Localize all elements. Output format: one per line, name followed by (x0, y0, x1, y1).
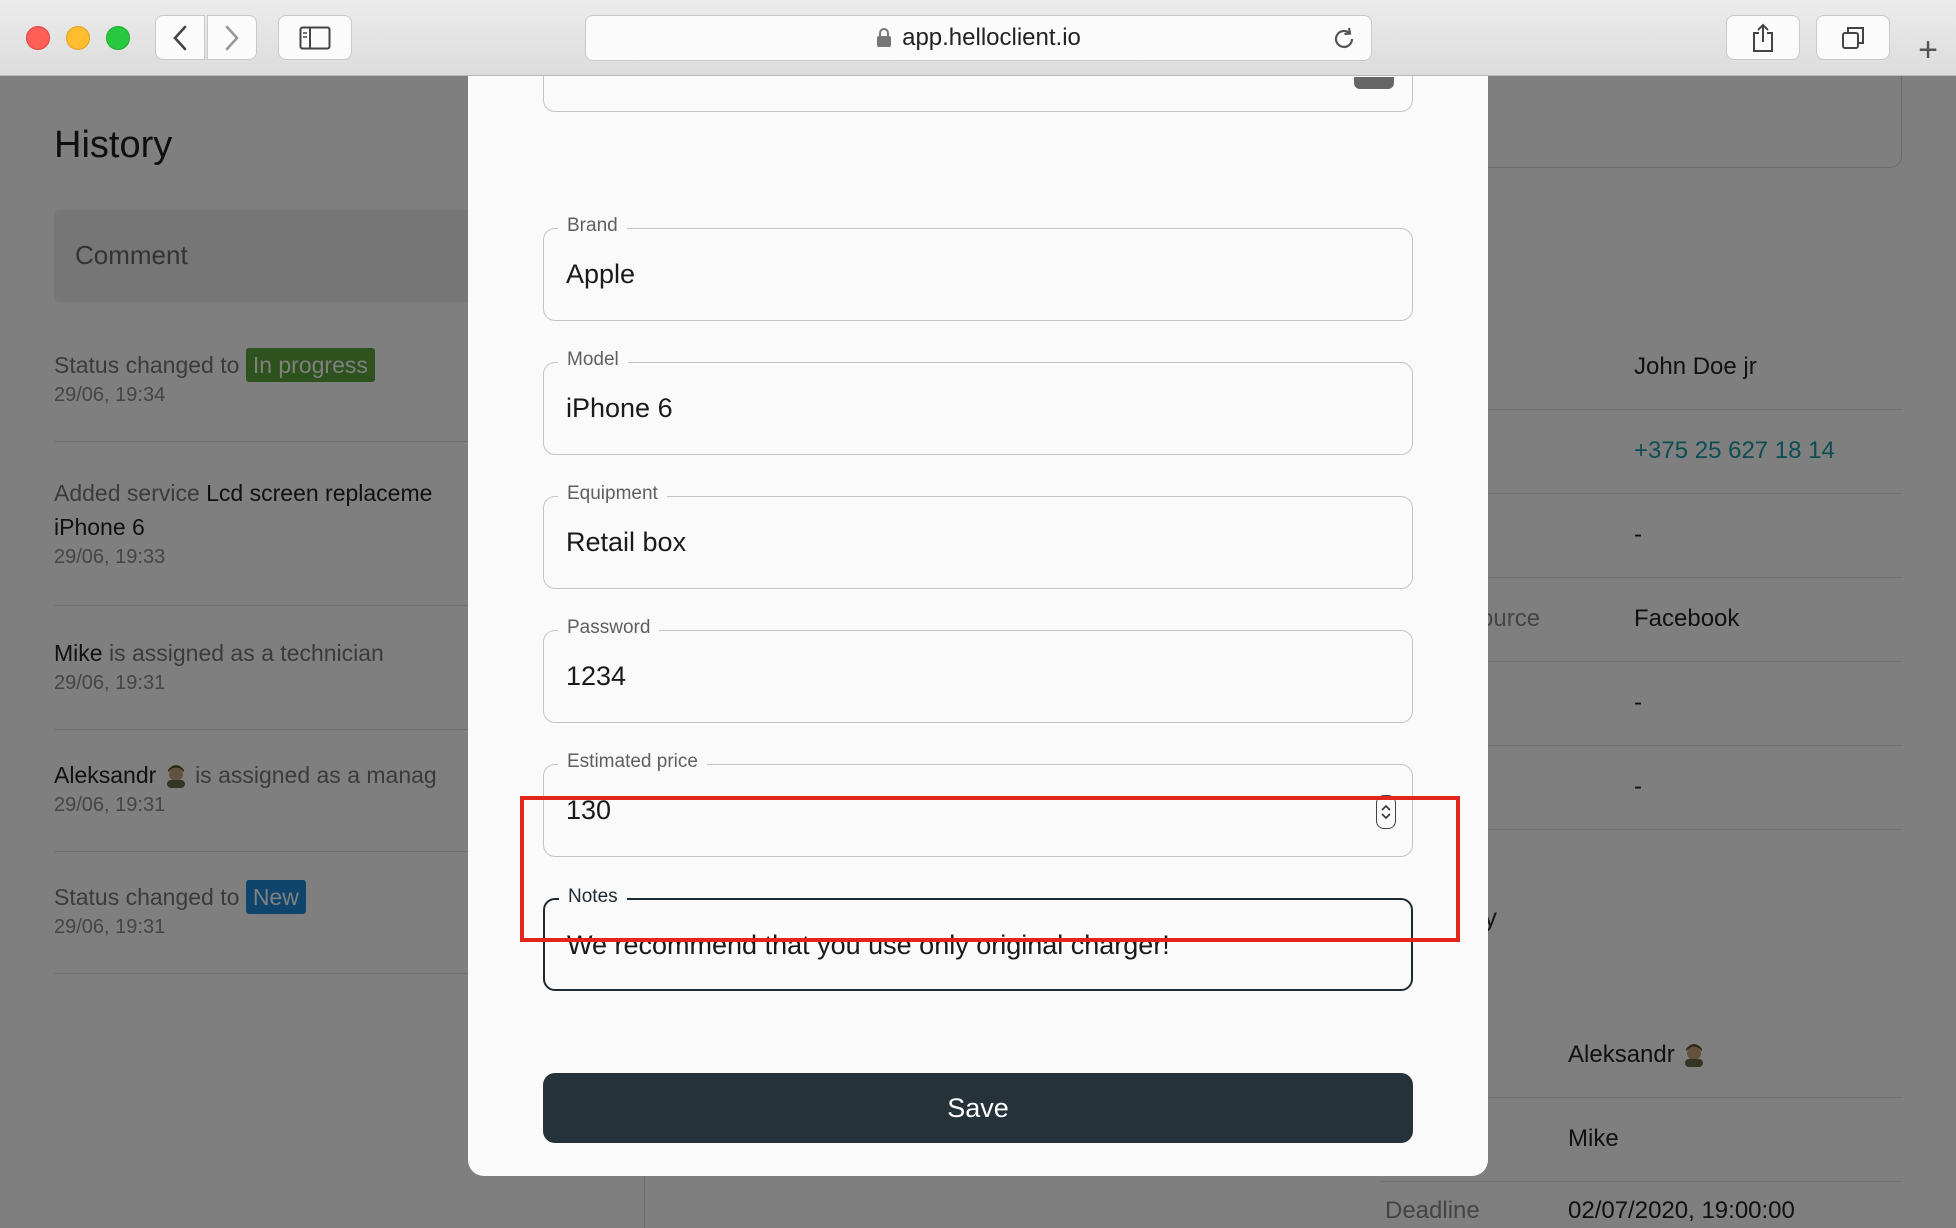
tabs-overview-button[interactable] (1816, 15, 1890, 60)
forward-button[interactable] (207, 15, 257, 60)
field-icon (1354, 77, 1394, 89)
sidebar-icon (299, 26, 331, 49)
field-label: Brand (558, 215, 627, 237)
field-value: 1234 (566, 661, 627, 691)
edit-device-modal: Brand Apple Model iPhone 6 Equipment Ret… (468, 76, 1488, 1176)
chevron-left-icon (173, 25, 187, 50)
field-value: Apple (566, 259, 636, 289)
share-icon (1753, 23, 1773, 52)
zoom-window-button[interactable] (106, 26, 130, 50)
lock-icon (876, 28, 892, 48)
equipment-field[interactable]: Equipment Retail box (543, 483, 1413, 589)
back-button[interactable] (155, 15, 205, 60)
model-field[interactable]: Model iPhone 6 (543, 349, 1413, 455)
chevron-right-icon (225, 25, 239, 50)
new-tab-button[interactable]: + (1908, 28, 1948, 72)
browser-toolbar: app.helloclient.io + (0, 0, 1956, 76)
save-button[interactable]: Save (543, 1073, 1413, 1143)
minimize-window-button[interactable] (66, 26, 90, 50)
field-label: Equipment (558, 483, 667, 505)
share-button[interactable] (1726, 15, 1800, 60)
field-partial[interactable] (543, 76, 1413, 112)
field-label: Estimated price (558, 751, 707, 773)
field-value: iPhone 6 (566, 393, 673, 423)
url-text: app.helloclient.io (902, 24, 1081, 51)
close-window-button[interactable] (26, 26, 50, 50)
tabs-icon (1842, 26, 1864, 49)
field-label: Model (558, 349, 628, 371)
address-bar[interactable]: app.helloclient.io (585, 15, 1372, 61)
password-field[interactable]: Password 1234 (543, 617, 1413, 723)
page-content: History Comment Status changed to In pro… (0, 76, 1956, 1228)
brand-field[interactable]: Brand Apple (543, 215, 1413, 321)
notes-highlight-box (520, 796, 1460, 942)
reload-icon[interactable] (1331, 26, 1357, 59)
field-label: Password (558, 617, 660, 639)
sidebar-toggle-button[interactable] (278, 15, 352, 60)
field-value: Retail box (566, 527, 687, 557)
